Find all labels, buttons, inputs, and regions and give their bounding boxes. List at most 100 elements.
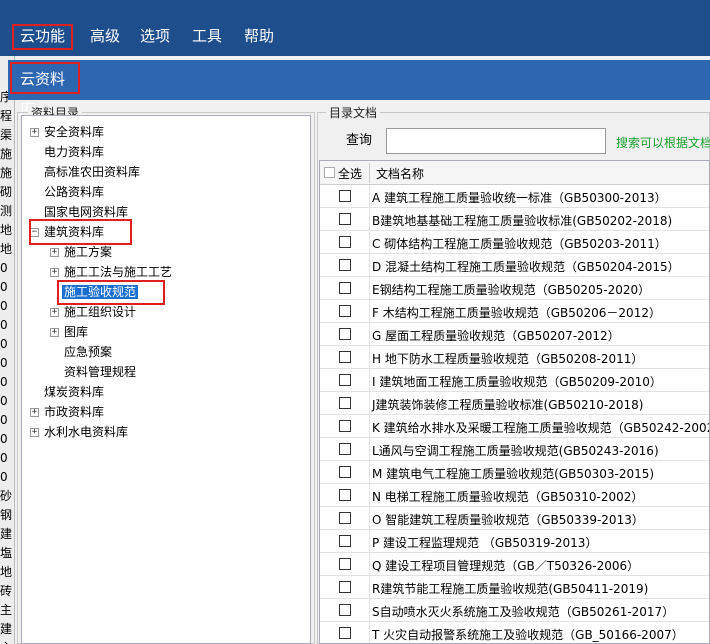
tree-item[interactable]: 公路资料库 (30, 182, 106, 202)
column-separator (369, 369, 370, 392)
tree-item[interactable]: + 施工方案 (50, 242, 114, 262)
document-name: R建筑节能工程施工质量验收规范(GB50411-2019) (372, 582, 649, 596)
tree-item-label: 市政资料库 (44, 405, 105, 419)
menu-help[interactable]: 帮助 (238, 24, 280, 50)
row-checkbox[interactable] (339, 512, 351, 524)
document-name: B建筑地基基础工程施工质量验收标准(GB50202-2018) (372, 214, 673, 228)
document-row[interactable]: Q 建设工程项目管理规范（GB／T50326-2006） (320, 553, 709, 576)
tree-item[interactable]: 煤炭资料库 (30, 382, 106, 402)
highlight-box-construction-library (29, 219, 132, 245)
row-checkbox[interactable] (339, 397, 351, 409)
tree-item-label: 电力资料库 (44, 145, 105, 159)
row-checkbox[interactable] (339, 351, 351, 363)
menu-options[interactable]: 选项 (134, 24, 176, 50)
document-name: M 建筑电气工程施工质量验收规范(GB50303-2015) (372, 467, 655, 481)
tree-item[interactable]: + 市政资料库 (30, 402, 106, 422)
column-separator (369, 507, 370, 530)
expand-icon[interactable]: + (30, 128, 39, 137)
document-row[interactable]: C 砌体结构工程施工质量验收规范（GB50203-2011） (320, 231, 709, 254)
row-checkbox[interactable] (339, 328, 351, 340)
tree-item-label: 施工组织设计 (64, 305, 137, 319)
column-separator[interactable] (369, 163, 370, 183)
tree-item[interactable]: + 图库 (50, 322, 90, 342)
row-checkbox[interactable] (339, 535, 351, 547)
left-edge-text: 地 (0, 242, 13, 256)
left-edge-text: 地 (0, 223, 13, 237)
document-row[interactable]: S自动喷水灭火系统施工及验收规范（GB50261-2017） (320, 599, 709, 622)
tree-item[interactable]: + 安全资料库 (30, 122, 106, 142)
document-row[interactable]: H 地下防水工程质量验收规范（GB50208-2011） (320, 346, 709, 369)
menu-tools[interactable]: 工具 (186, 24, 228, 50)
menu-cloud[interactable]: 云功能 (12, 24, 74, 50)
document-name: H 地下防水工程质量验收规范（GB50208-2011） (372, 352, 644, 366)
row-checkbox[interactable] (339, 443, 351, 455)
document-row[interactable]: O 智能建筑工程质量验收规范（GB50339-2013） (320, 507, 709, 530)
document-name: K 建筑给水排水及采暖工程施工质量验收规范（GB50242-2002） (372, 421, 710, 435)
row-checkbox[interactable] (339, 374, 351, 386)
select-all-label[interactable]: 全选 (338, 165, 362, 182)
tree-item[interactable]: + 施工工法与施工工艺 (50, 262, 174, 282)
tree-item[interactable]: 高标准农田资料库 (30, 162, 142, 182)
row-checkbox[interactable] (339, 581, 351, 593)
row-checkbox[interactable] (339, 558, 351, 570)
search-hint: 搜索可以根据文档 (616, 136, 710, 150)
left-edge-text: 0 (0, 413, 8, 427)
row-checkbox[interactable] (339, 236, 351, 248)
document-row[interactable]: M 建筑电气工程施工质量验收规范(GB50303-2015) (320, 461, 709, 484)
catalog-tree[interactable]: + 安全资料库 电力资料库 高标准农田资料库 公路资料库 国家电网资料库 − 建筑资料库 + 施工… (21, 115, 311, 644)
column-separator (369, 553, 370, 576)
search-input[interactable] (386, 128, 606, 154)
document-row[interactable]: E钢结构工程施工质量验收规范（GB50205-2020） (320, 277, 709, 300)
column-separator (369, 208, 370, 231)
tree-item[interactable]: 资料管理规程 (50, 362, 138, 382)
row-checkbox[interactable] (339, 466, 351, 478)
column-separator (369, 392, 370, 415)
row-checkbox[interactable] (339, 604, 351, 616)
document-row[interactable]: A 建筑工程施工质量验收统一标准（GB50300-2013） (320, 185, 709, 208)
expand-icon[interactable]: + (30, 428, 39, 437)
expand-icon[interactable]: + (50, 328, 59, 337)
row-checkbox[interactable] (339, 627, 351, 639)
menu-advanced[interactable]: 高级 (84, 24, 126, 50)
document-name: P 建设工程监理规范 （GB50319-2013） (372, 536, 598, 550)
expand-icon[interactable]: + (50, 308, 59, 317)
document-name: S自动喷水灭火系统施工及验收规范（GB50261-2017） (372, 605, 675, 619)
left-edge-text: 程 (0, 109, 13, 123)
row-checkbox[interactable] (339, 282, 351, 294)
document-name: A 建筑工程施工质量验收统一标准（GB50300-2013） (372, 191, 667, 205)
document-row[interactable]: T 火灾自动报警系统施工及验收规范（GB_50166-2007） (320, 622, 709, 643)
column-separator (369, 254, 370, 277)
row-checkbox[interactable] (339, 489, 351, 501)
left-edge-text: 地 (0, 565, 13, 579)
select-all-checkbox[interactable] (324, 167, 335, 178)
row-checkbox[interactable] (339, 213, 351, 225)
document-row[interactable]: I 建筑地面工程施工质量验收规范（GB50209-2010） (320, 369, 709, 392)
tree-item-label: 水利水电资料库 (44, 425, 129, 439)
document-row[interactable]: P 建设工程监理规范 （GB50319-2013） (320, 530, 709, 553)
tree-item[interactable]: 应急预案 (50, 342, 114, 362)
expand-icon[interactable]: + (30, 408, 39, 417)
name-column-header[interactable]: 文档名称 (376, 165, 424, 182)
tree-item[interactable]: 电力资料库 (30, 142, 106, 162)
document-row[interactable]: G 屋面工程质量验收规范（GB50207-2012） (320, 323, 709, 346)
tree-item-label: 公路资料库 (44, 185, 105, 199)
left-edge-text: 建 (0, 527, 13, 541)
column-separator (369, 185, 370, 208)
row-checkbox[interactable] (339, 259, 351, 271)
document-row[interactable]: K 建筑给水排水及采暖工程施工质量验收规范（GB50242-2002） (320, 415, 710, 438)
tree-item-label: 图库 (64, 325, 89, 339)
document-row[interactable]: N 电梯工程施工质量验收规范（GB50310-2002） (320, 484, 709, 507)
expand-icon[interactable]: + (50, 268, 59, 277)
row-checkbox[interactable] (339, 420, 351, 432)
document-row[interactable]: D 混凝土结构工程施工质量验收规范（GB50204-2015） (320, 254, 709, 277)
expand-icon[interactable]: + (50, 248, 59, 257)
document-row[interactable]: B建筑地基基础工程施工质量验收标准(GB50202-2018) (320, 208, 709, 231)
document-row[interactable]: J建筑装饰装修工程质量验收标准(GB50210-2018) (320, 392, 709, 415)
document-row[interactable]: R建筑节能工程施工质量验收规范(GB50411-2019) (320, 576, 709, 599)
document-row[interactable]: F 木结构工程施工质量验收规范（GB50206－2012） (320, 300, 709, 323)
tree-item[interactable]: + 施工组织设计 (50, 302, 138, 322)
row-checkbox[interactable] (339, 190, 351, 202)
row-checkbox[interactable] (339, 305, 351, 317)
document-row[interactable]: L通风与空调工程施工质量验收规范(GB50243-2016) (320, 438, 709, 461)
tree-item[interactable]: + 水利水电资料库 (30, 422, 130, 442)
